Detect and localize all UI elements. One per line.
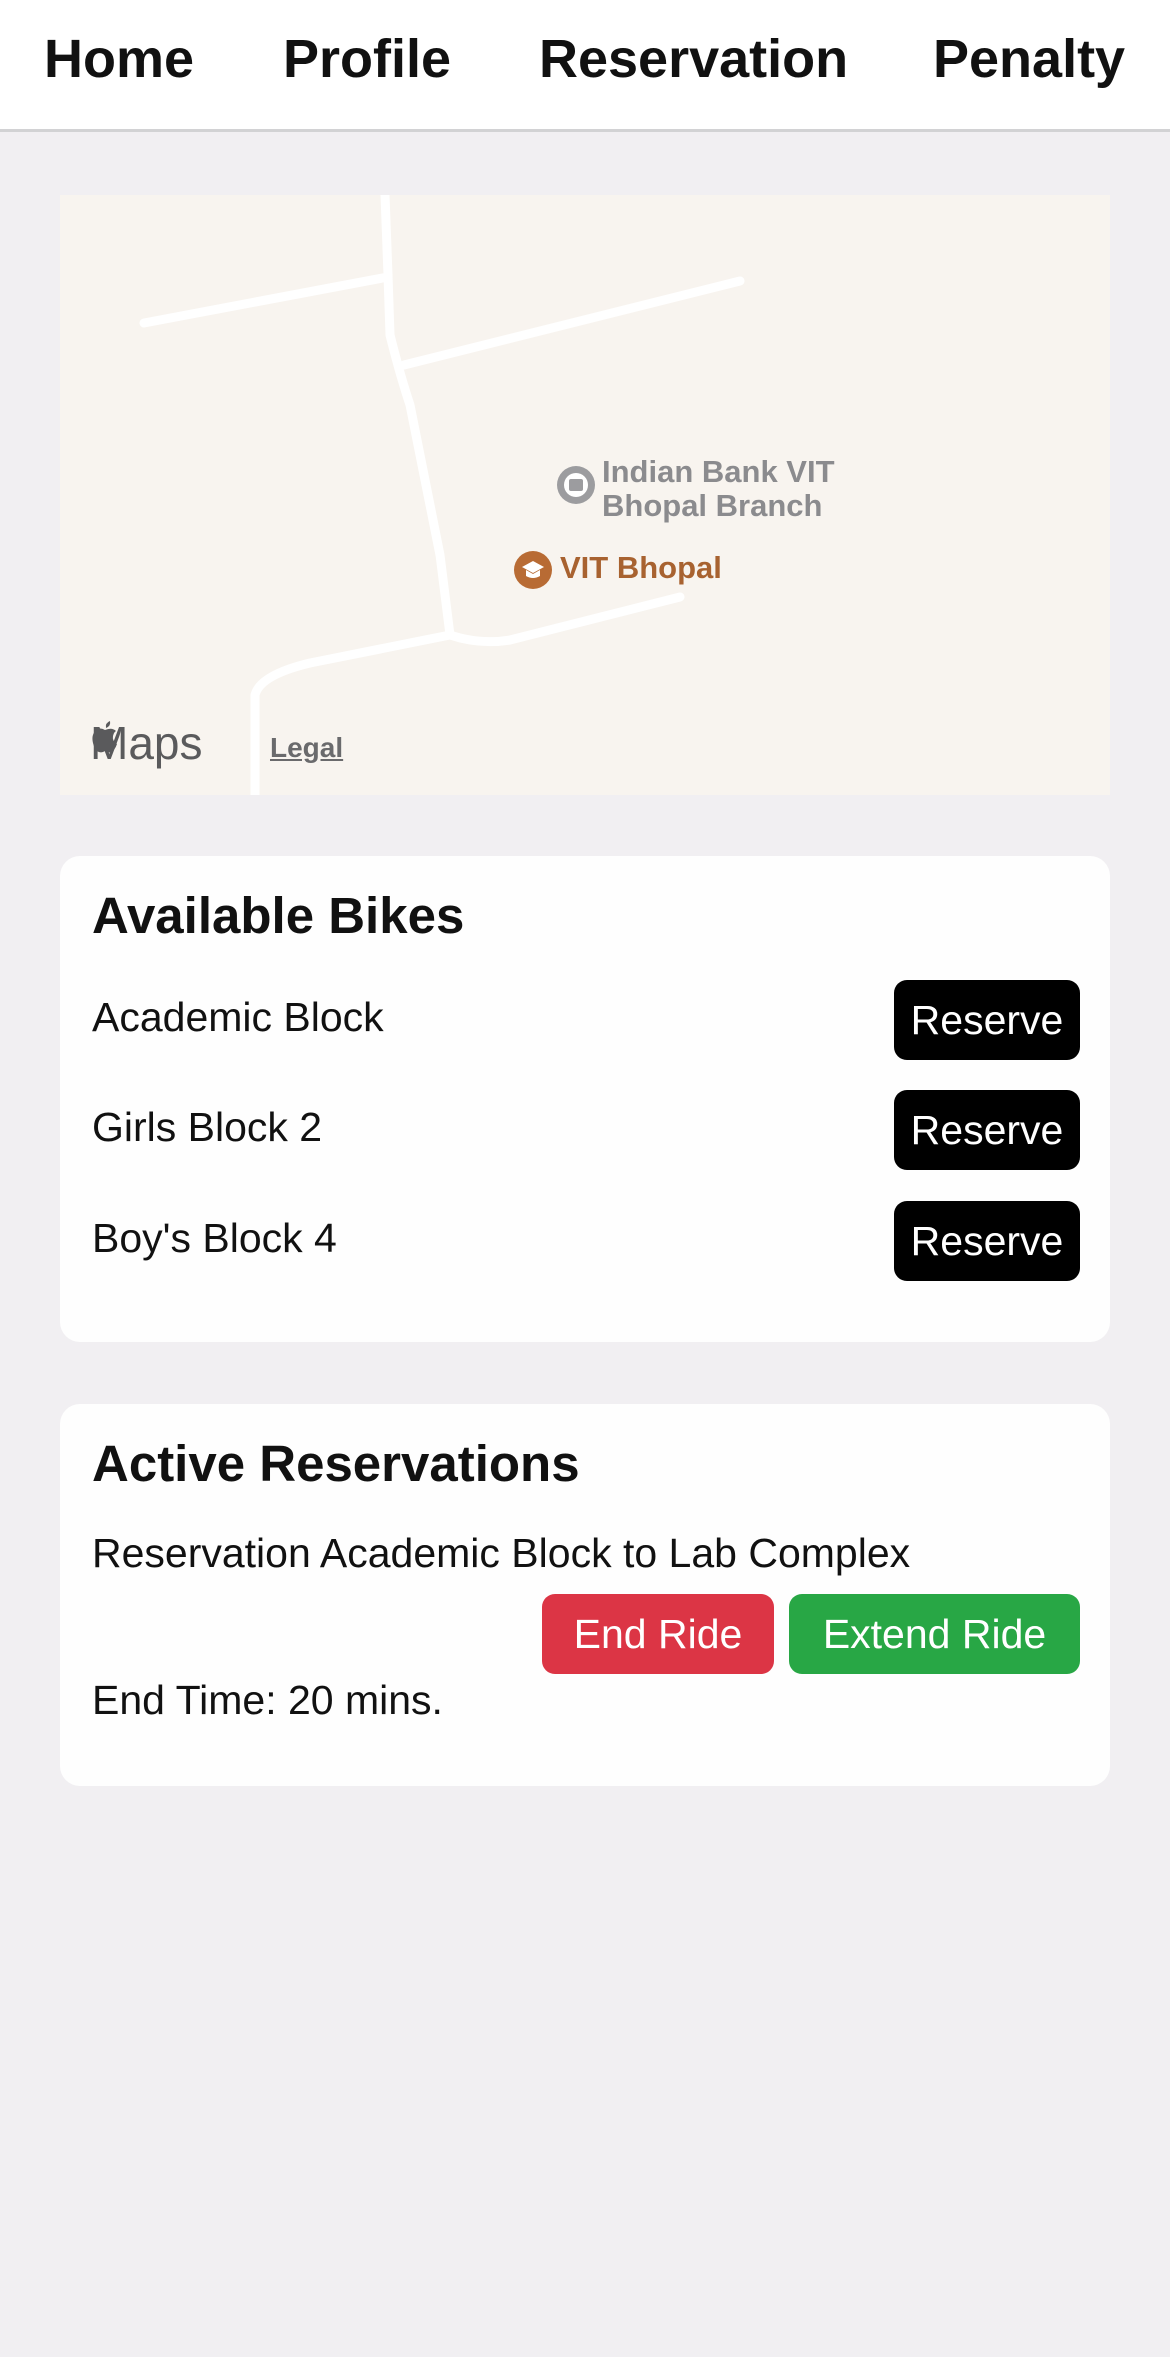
campus-map[interactable]: Indian Bank VIT Bhopal Branch VIT Bhopal… [60,195,1110,795]
bike-location-label: Academic Block [92,994,384,1040]
graduation-cap-icon [514,551,552,589]
top-nav-bar: Home Profile Reservation Penalty [0,0,1170,132]
reserve-button[interactable]: Reserve [894,1201,1080,1281]
map-poi-bank-line2: Bhopal Branch [602,488,823,523]
available-bikes-title: Available Bikes [92,887,465,944]
nav-reservation[interactable]: Reservation [539,26,848,92]
extend-ride-button[interactable]: Extend Ride [789,1594,1080,1674]
active-reservations-title: Active Reservations [92,1435,580,1492]
map-poi-bank: Indian Bank VIT Bhopal Branch [602,455,835,523]
apple-maps-logo: Maps [90,717,202,769]
end-time-text: End Time: 20 mins. [92,1677,443,1723]
nav-home[interactable]: Home [44,26,194,92]
available-bikes-card: Available Bikes Academic Block Reserve G… [60,856,1110,1342]
bank-icon [557,466,595,504]
reserve-button[interactable]: Reserve [894,1090,1080,1170]
legal-link[interactable]: Legal [270,732,343,764]
reservation-route-text: Reservation Academic Block to Lab Comple… [92,1530,911,1576]
bike-location-label: Boy's Block 4 [92,1215,337,1261]
active-reservations-card: Active Reservations Reservation Academic… [60,1404,1110,1786]
nav-penalty[interactable]: Penalty [933,26,1125,92]
end-ride-button[interactable]: End Ride [542,1594,774,1674]
map-poi-vit: VIT Bhopal [560,550,722,585]
nav-profile[interactable]: Profile [283,26,451,92]
reserve-button[interactable]: Reserve [894,980,1080,1060]
apple-icon [92,721,117,753]
map-poi-bank-line1: Indian Bank VIT [602,454,835,489]
bike-location-label: Girls Block 2 [92,1104,323,1150]
